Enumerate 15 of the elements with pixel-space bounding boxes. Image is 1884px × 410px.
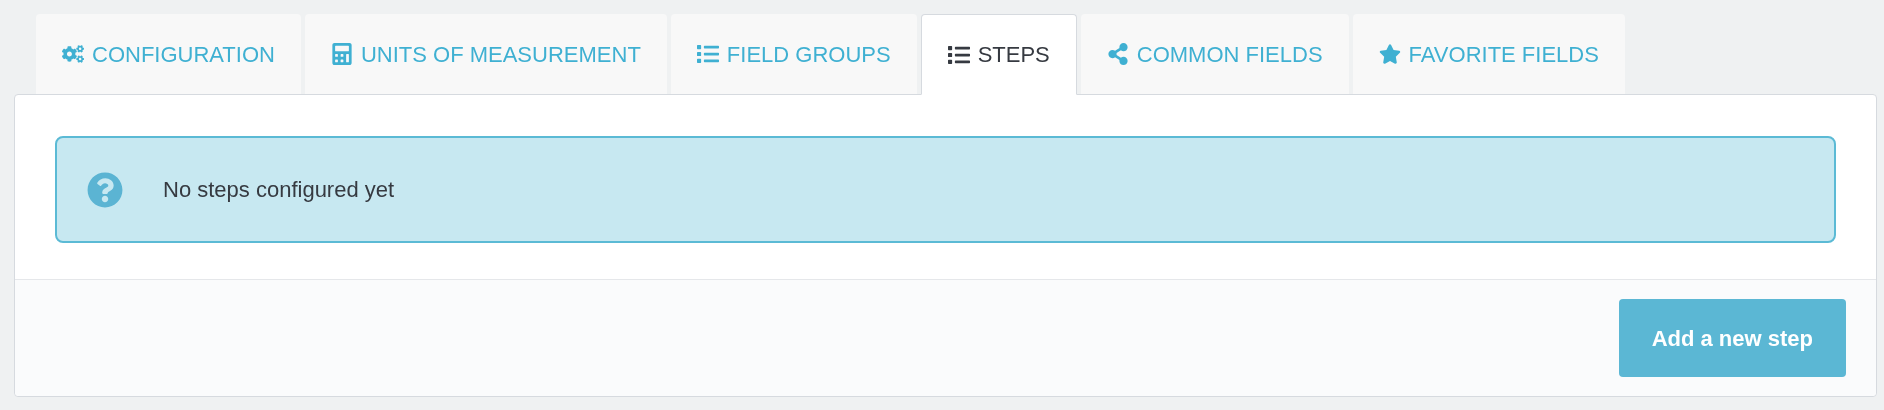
alert-message: No steps configured yet [163, 176, 395, 204]
tab[interactable]: COMMON FIELDS [1080, 14, 1349, 94]
question-icon [87, 171, 123, 208]
list-icon [696, 43, 719, 65]
tab[interactable]: CONFIGURATION [36, 14, 301, 94]
calculator-icon [330, 43, 353, 65]
cogs-icon [62, 43, 84, 65]
list-icon [947, 43, 970, 66]
add-step-button[interactable]: Add a new step [1618, 299, 1846, 377]
tab[interactable]: UNITS OF MEASUREMENT [304, 14, 667, 94]
tab[interactable]: FIELD GROUPS [670, 14, 917, 94]
tab[interactable]: STEPS [920, 14, 1077, 95]
tab[interactable]: FAVORITE FIELDS [1352, 14, 1625, 94]
share-icon [1106, 43, 1129, 65]
star-icon [1378, 43, 1401, 65]
